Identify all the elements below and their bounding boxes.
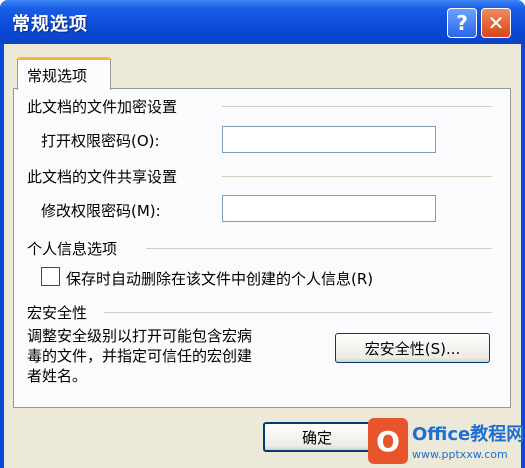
watermark: O Office教程网 www.pptxxw.com <box>368 418 524 466</box>
modify-password-input[interactable] <box>222 195 436 222</box>
watermark-url: www.pptxxw.com <box>412 448 508 461</box>
tab-label: 常规选项 <box>27 67 88 85</box>
open-password-label: 打开权限密码(O): <box>41 132 160 150</box>
encryption-divider <box>222 106 492 107</box>
close-button[interactable]: ✕ <box>481 8 511 38</box>
open-password-input[interactable] <box>222 126 436 153</box>
remove-personal-info-label[interactable]: 保存时自动删除在该文件中创建的个人信息(R) <box>66 268 373 289</box>
question-icon: ? <box>456 11 468 35</box>
sharing-divider <box>222 176 492 177</box>
remove-personal-info-checkbox[interactable] <box>41 267 60 286</box>
encryption-heading: 此文档的文件加密设置 <box>27 98 178 116</box>
macro-divider <box>104 312 492 313</box>
macro-description-line3: 者姓名。 <box>27 367 88 385</box>
dialog-window: 常规选项 ? ✕ 常规选项 此文档的文件加密设置 打开权限密码(O): 此文档的… <box>0 0 525 468</box>
help-button[interactable]: ? <box>447 8 477 38</box>
dialog-title: 常规选项 <box>12 14 88 35</box>
tab-general-options[interactable]: 常规选项 <box>17 57 111 90</box>
macro-description-line2: 毒的文件，并指定可信任的宏创建 <box>27 347 253 365</box>
ok-button[interactable]: 确定 <box>263 422 371 452</box>
title-bar[interactable]: 常规选项 ? ✕ <box>0 0 525 44</box>
macro-security-heading: 宏安全性 <box>27 304 88 322</box>
sharing-heading: 此文档的文件共享设置 <box>27 168 178 186</box>
watermark-text: Office教程网 <box>412 424 525 445</box>
modify-password-label: 修改权限密码(M): <box>41 202 161 220</box>
close-icon: ✕ <box>487 11 505 35</box>
macro-security-button[interactable]: 宏安全性(S)... <box>335 333 490 363</box>
office-logo-icon: O <box>368 418 408 464</box>
privacy-divider <box>146 248 492 249</box>
privacy-heading: 个人信息选项 <box>27 240 118 258</box>
macro-description-line1: 调整安全级别以打开可能包含宏病 <box>27 327 253 345</box>
